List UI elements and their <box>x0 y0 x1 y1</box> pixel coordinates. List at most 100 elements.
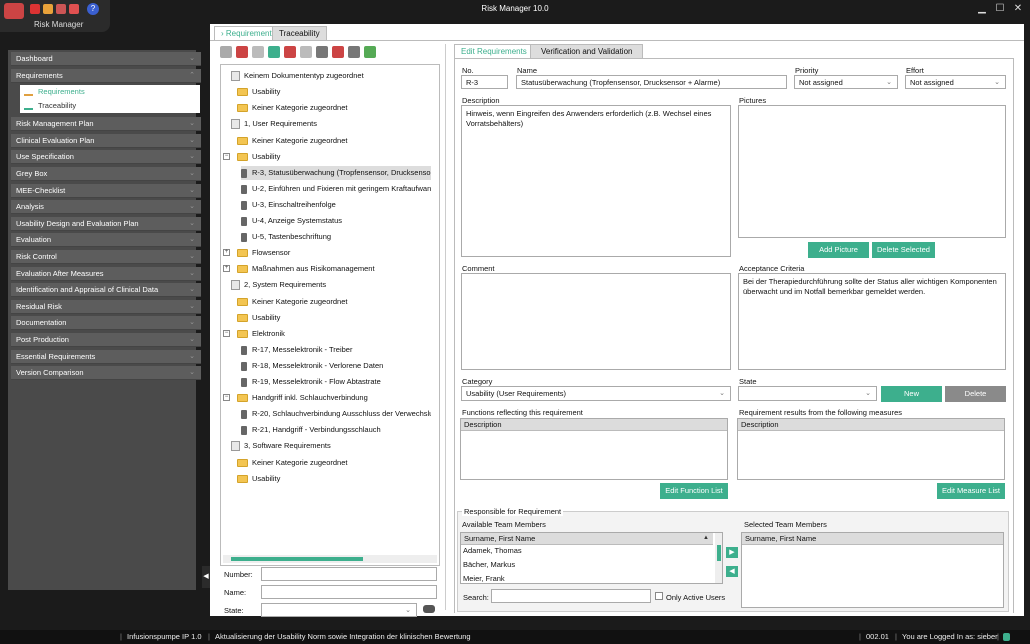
tree-folder-item[interactable]: Usability <box>237 85 431 99</box>
only-active-checkbox[interactable] <box>655 592 663 600</box>
tree-requirement-item[interactable]: R-20, Schlauchverbindung Ausschluss der … <box>241 407 431 421</box>
delete-selected-button[interactable]: Delete Selected <box>872 242 935 258</box>
tree-requirement-item[interactable]: U-5, Tastenbeschriftung <box>241 230 431 244</box>
list-item[interactable]: Adamek, Thomas <box>463 547 522 555</box>
description-textarea[interactable]: Hinweis, wenn Eingreifen des Anwenders e… <box>461 105 731 257</box>
tree-folder-item[interactable]: Handgriff inkl. Schlauchverbindung <box>237 391 431 405</box>
name-field[interactable]: Statusüberwachung (Tropfensensor, Drucks… <box>516 75 787 89</box>
nav-item[interactable]: Use Specification ⌄ <box>11 150 201 165</box>
scrollbar-thumb[interactable] <box>717 545 721 561</box>
nav-item[interactable]: Identification and Appraisal of Clinical… <box>11 283 201 298</box>
list-item[interactable]: Bächer, Markus <box>463 561 515 569</box>
nav-item[interactable]: Analysis ⌄ <box>11 200 201 215</box>
nav-item[interactable]: Grey Box ⌄ <box>11 167 201 181</box>
new-folder-icon[interactable] <box>220 46 232 58</box>
list-item[interactable]: Meier, Frank <box>463 575 505 583</box>
minimize-icon[interactable]: ▁ <box>976 3 988 14</box>
help-icon[interactable]: ? <box>87 3 99 15</box>
functions-grid[interactable]: Description <box>460 418 728 480</box>
add-member-arrow-icon[interactable]: ▶ <box>726 547 738 558</box>
delete-folder-icon[interactable] <box>236 46 248 58</box>
collapse-panel-button[interactable]: ◀ <box>202 566 210 588</box>
delete-button[interactable]: Delete <box>945 386 1006 402</box>
tree-requirement-item[interactable]: U-3, Einschaltreihenfolge <box>241 198 431 212</box>
nav-item[interactable]: Residual Risk ⌄ <box>11 299 201 314</box>
pictures-area[interactable] <box>738 105 1006 238</box>
tree-folder-item[interactable]: Elektronik <box>237 327 431 341</box>
tree-folder-item[interactable]: Usability <box>237 150 431 164</box>
measures-grid[interactable]: Description <box>737 418 1005 480</box>
tab-edit-requirements[interactable]: Edit Requirements <box>454 44 534 58</box>
copy-icon[interactable] <box>252 46 264 58</box>
nav-item[interactable]: MEE-Checklist ⌄ <box>11 183 201 198</box>
paste-icon[interactable] <box>300 46 312 58</box>
number-filter-input[interactable] <box>261 567 437 581</box>
tree-document-item[interactable]: 2, System Requirements <box>231 278 431 292</box>
tree-document-item[interactable]: Keinem Dokumententyp zugeordnet <box>231 69 431 83</box>
priority-select[interactable]: Not assigned ⌄ <box>794 75 898 89</box>
add-picture-button[interactable]: Add Picture <box>808 242 869 258</box>
comment-textarea[interactable] <box>461 273 731 370</box>
maximize-icon[interactable]: ☐ <box>994 3 1006 14</box>
export-icon[interactable] <box>364 46 376 58</box>
tree-folder-item[interactable]: Keiner Kategorie zugeordnet <box>237 101 431 115</box>
state-filter-select[interactable]: ⌄ <box>261 603 417 617</box>
tree-requirement-item[interactable]: R-3, Statusüberwachung (Tropfensensor, D… <box>241 166 431 180</box>
acceptance-criteria-textarea[interactable]: Bei der Therapiedurchführung sollte der … <box>738 273 1006 370</box>
tree-folder-item[interactable]: Flowsensor <box>237 246 431 260</box>
binoculars-icon[interactable] <box>423 605 435 613</box>
collapse-icon[interactable]: − <box>223 330 230 337</box>
nav-item[interactable]: Version Comparison ⌄ <box>11 366 201 381</box>
expand-icon[interactable]: + <box>223 265 230 272</box>
remove-member-arrow-icon[interactable]: ◀ <box>726 566 738 577</box>
search-input[interactable] <box>491 589 651 603</box>
nav-item[interactable]: Requirements ⌃ <box>11 68 201 83</box>
tree-folder-item[interactable]: Usability <box>237 472 431 486</box>
number-field[interactable]: R-3 <box>461 75 508 89</box>
nav-item[interactable]: Evaluation After Measures ⌄ <box>11 266 201 281</box>
nav-item[interactable]: Usability Design and Evaluation Plan ⌄ <box>11 216 201 231</box>
tree-folder-item[interactable]: Usability <box>237 311 431 325</box>
category-select[interactable]: Usability (User Requirements) ⌄ <box>461 386 731 401</box>
tab-verification-validation[interactable]: Verification and Validation <box>530 44 644 58</box>
edit-function-list-button[interactable]: Edit Function List <box>660 483 728 499</box>
nav-item[interactable]: Dashboard ⌄ <box>11 52 201 66</box>
nav-item[interactable]: Essential Requirements ⌄ <box>11 349 201 364</box>
tool-icon[interactable] <box>30 4 40 14</box>
add-requirement-icon[interactable] <box>268 46 280 58</box>
new-button[interactable]: New <box>881 386 942 402</box>
delete-requirement-icon[interactable] <box>284 46 296 58</box>
tree-requirement-item[interactable]: R-21, Handgriff - Verbindungsschlauch <box>241 423 431 437</box>
tab-traceability[interactable]: Traceability <box>272 26 327 40</box>
nav-item[interactable]: Evaluation ⌄ <box>11 233 201 248</box>
filter-icon[interactable] <box>316 46 328 58</box>
tree-folder-item[interactable]: Maßnahmen aus Risikomanagement <box>237 262 431 276</box>
tree-folder-item[interactable]: Keiner Kategorie zugeordnet <box>237 456 431 470</box>
requirements-tree[interactable]: Keinem Dokumententyp zugeordnet Usability… <box>220 64 440 566</box>
tree-folder-item[interactable]: Keiner Kategorie zugeordnet <box>237 134 431 148</box>
tree-requirement-item[interactable]: R-18, Messelektronik - Verlorene Daten <box>241 359 431 373</box>
tree-requirement-item[interactable]: U-2, Einführen und Fixieren mit geringem… <box>241 182 431 196</box>
nav-sub-requirements[interactable]: Requirements <box>20 85 200 100</box>
collapse-icon[interactable]: − <box>223 394 230 401</box>
nav-item[interactable]: Clinical Evaluation Plan ⌄ <box>11 133 201 148</box>
collapse-icon[interactable]: − <box>223 153 230 160</box>
nav-sub-traceability[interactable]: Traceability <box>20 99 200 114</box>
nav-item[interactable]: Risk Management Plan ⌄ <box>11 117 201 132</box>
remove-filter-icon[interactable] <box>332 46 344 58</box>
nav-item[interactable]: Post Production ⌄ <box>11 333 201 347</box>
close-icon[interactable]: ✕ <box>1012 3 1024 14</box>
vertical-scrollbar[interactable] <box>715 533 722 583</box>
available-members-list[interactable]: Surname, First Name ▲ Adamek, Thomas Bäc… <box>460 532 723 584</box>
nav-item[interactable]: Risk Control ⌄ <box>11 250 201 264</box>
horizontal-scrollbar[interactable] <box>223 555 437 563</box>
tree-requirement-item[interactable]: R-17, Messelektronik - Treiber <box>241 343 431 357</box>
splitter[interactable] <box>445 44 446 610</box>
tree-folder-item[interactable]: Keiner Kategorie zugeordnet <box>237 295 431 309</box>
move-icon[interactable] <box>348 46 360 58</box>
expand-icon[interactable]: + <box>223 249 230 256</box>
tree-document-item[interactable]: 3, Software Requirements <box>231 439 431 453</box>
sort-up-icon[interactable]: ▲ <box>703 534 709 542</box>
tool-icon[interactable] <box>69 4 79 14</box>
edit-measure-list-button[interactable]: Edit Measure List <box>937 483 1005 499</box>
